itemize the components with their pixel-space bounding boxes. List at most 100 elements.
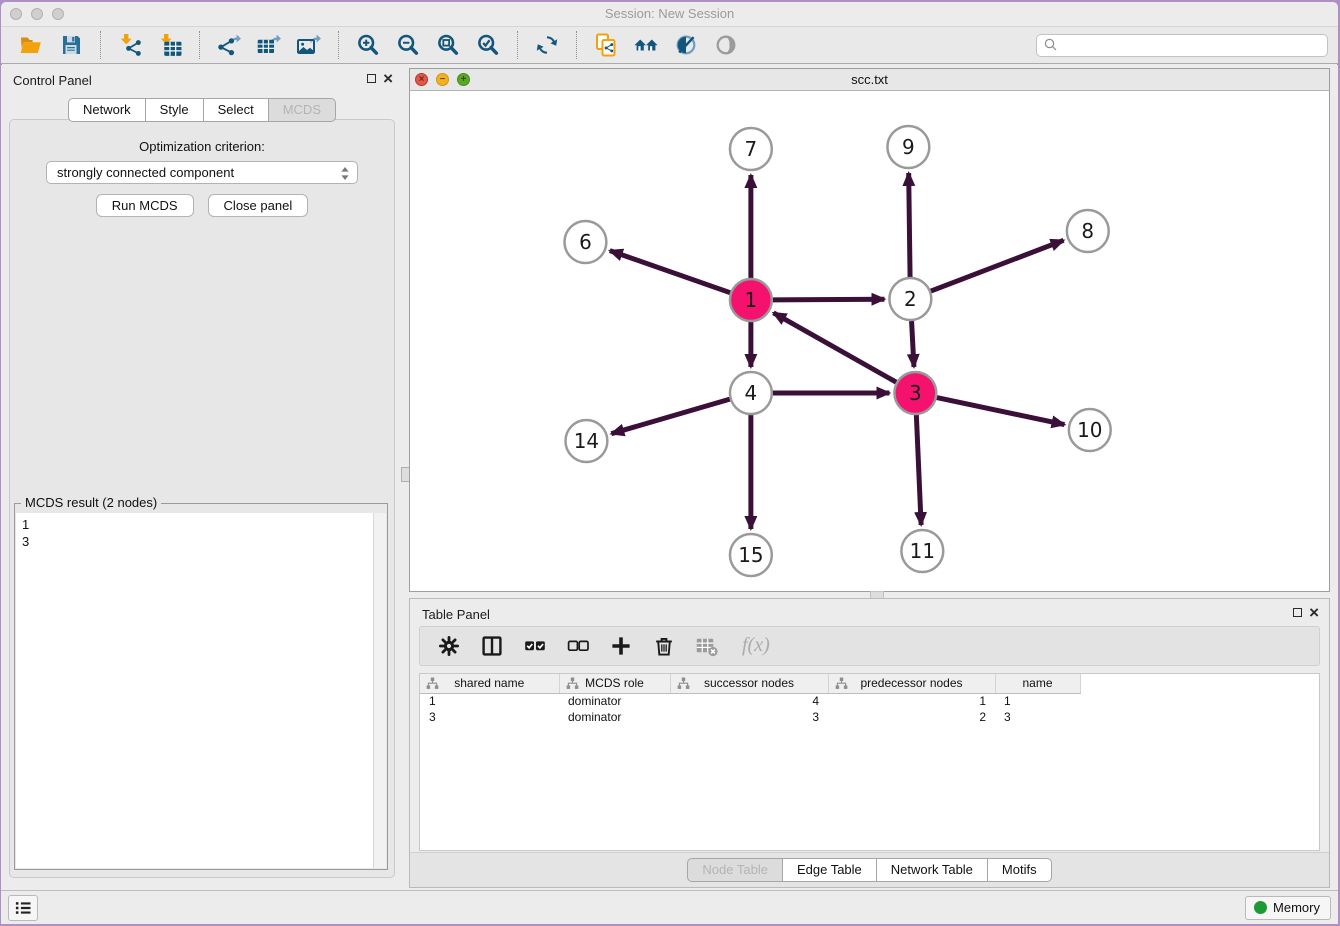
mcds-result-scrollbar[interactable]	[373, 513, 386, 868]
save-session-icon	[59, 33, 83, 57]
duplicate-network-button[interactable]	[590, 31, 622, 59]
table-cell[interactable]: 4	[670, 693, 828, 709]
table-cell[interactable]: 2	[828, 709, 995, 725]
run-mcds-button[interactable]: Run MCDS	[96, 194, 194, 217]
column-header-label: MCDS role	[585, 676, 644, 690]
table-cell[interactable]: dominator	[559, 709, 670, 725]
column-header-shared-name[interactable]: shared name	[420, 674, 559, 693]
tab-mcds[interactable]: MCDS	[269, 98, 336, 122]
node-label: 7	[745, 137, 758, 161]
node-14[interactable]: 14	[565, 420, 607, 462]
zoom-out-button[interactable]	[392, 31, 424, 59]
control-panel: Control Panel × NetworkStyleSelectMCDS O…	[1, 65, 403, 890]
edge-2-8[interactable]	[931, 240, 1064, 291]
table-cell[interactable]: 1	[420, 693, 559, 709]
edge-3-10[interactable]	[937, 398, 1065, 425]
optimization-criterion-select[interactable]: strongly connected component	[46, 161, 358, 184]
apply-preferred-layout-button[interactable]	[531, 31, 563, 59]
table-tab-motifs[interactable]: Motifs	[988, 858, 1052, 882]
zoom-in-button[interactable]	[352, 31, 384, 59]
show-graphics-details-button[interactable]	[710, 31, 742, 59]
node-2[interactable]: 2	[889, 278, 931, 320]
node-15[interactable]: 15	[730, 534, 772, 576]
table-cell[interactable]: 3	[995, 709, 1080, 725]
column-header-name[interactable]: name	[995, 674, 1080, 693]
zoom-selected-button[interactable]	[472, 31, 504, 59]
node-4[interactable]: 4	[730, 372, 772, 414]
node-3[interactable]: 3	[894, 372, 936, 414]
task-history-button[interactable]	[8, 895, 38, 921]
edge-2-9[interactable]	[909, 173, 910, 277]
edge-2-3[interactable]	[912, 321, 914, 367]
node-1[interactable]: 1	[730, 279, 772, 321]
edge-3-11[interactable]	[916, 415, 921, 525]
table-cell[interactable]: 3	[420, 709, 559, 725]
edge-3-1[interactable]	[773, 313, 896, 382]
table-tab-node-table[interactable]: Node Table	[687, 858, 783, 882]
column-header-predecessor-nodes[interactable]: predecessor nodes	[828, 674, 995, 693]
table-options-gear-button[interactable]	[433, 632, 465, 660]
delete-column-button[interactable]	[648, 632, 680, 660]
memory-button[interactable]: Memory	[1245, 896, 1331, 920]
add-column-button[interactable]	[605, 632, 637, 660]
node-11[interactable]: 11	[901, 530, 943, 572]
table-cell[interactable]: 3	[670, 709, 828, 725]
table-row[interactable]: 3dominator323	[420, 709, 1080, 725]
table-row[interactable]: 1dominator411	[420, 693, 1080, 709]
column-header-mcds-role[interactable]: MCDS role	[559, 674, 670, 693]
import-network-button[interactable]	[114, 31, 146, 59]
edge-4-14[interactable]	[611, 399, 730, 434]
import-table-button[interactable]	[154, 31, 186, 59]
column-type-icon	[566, 677, 579, 690]
search-input[interactable]	[1060, 36, 1327, 55]
table-tab-network-table[interactable]: Network Table	[877, 858, 988, 882]
node-10[interactable]: 10	[1069, 409, 1111, 451]
search-icon	[1042, 36, 1060, 54]
zoom-fit-button[interactable]	[432, 31, 464, 59]
open-session-button[interactable]	[15, 31, 47, 59]
edge-1-2[interactable]	[773, 299, 885, 300]
control-panel-close-icon[interactable]: ×	[383, 73, 393, 84]
toggle-columns-button[interactable]	[476, 632, 508, 660]
column-header-label: successor nodes	[704, 676, 794, 690]
table-cell[interactable]: 1	[995, 693, 1080, 709]
export-image-icon	[297, 33, 321, 57]
deselect-all-checkboxes-button[interactable]	[562, 632, 594, 660]
status-bar: Memory	[1, 890, 1338, 924]
table-panel-float-icon[interactable]	[1293, 608, 1302, 617]
table-tab-edge-table[interactable]: Edge Table	[783, 858, 877, 882]
control-panel-float-icon[interactable]	[367, 74, 376, 83]
save-session-button[interactable]	[55, 31, 87, 59]
show-graphics-details-icon	[714, 33, 738, 57]
hide-graphics-details-button[interactable]	[670, 31, 702, 59]
node-label: 3	[909, 381, 922, 405]
column-header-label: name	[1022, 676, 1052, 690]
mcds-result-text[interactable]: 1 3	[16, 513, 373, 868]
export-image-button[interactable]	[293, 31, 325, 59]
edge-1-6[interactable]	[610, 251, 730, 293]
main-area: Control Panel × NetworkStyleSelectMCDS O…	[1, 65, 1338, 890]
export-network-icon	[217, 33, 241, 57]
node-8[interactable]: 8	[1067, 210, 1109, 252]
column-header-label: predecessor nodes	[860, 676, 962, 690]
node-label: 14	[574, 429, 599, 453]
select-all-checkboxes-button[interactable]	[519, 632, 551, 660]
network-canvas[interactable]: 1 2 3 4 6 7 8 9 10 11 14 15	[410, 91, 1329, 591]
table-panel-close-icon[interactable]: ×	[1309, 607, 1319, 618]
titlebar: Session: New Session	[1, 2, 1338, 26]
export-table-button[interactable]	[253, 31, 285, 59]
tab-select[interactable]: Select	[204, 98, 269, 122]
tab-network[interactable]: Network	[68, 98, 146, 122]
function-builder-button: f(x)	[734, 643, 778, 649]
table-cell[interactable]: 1	[828, 693, 995, 709]
column-header-successor-nodes[interactable]: successor nodes	[670, 674, 828, 693]
node-6[interactable]: 6	[564, 221, 606, 263]
export-network-button[interactable]	[213, 31, 245, 59]
close-panel-button[interactable]: Close panel	[208, 194, 309, 217]
duplicate-network-icon	[594, 33, 618, 57]
tab-style[interactable]: Style	[146, 98, 204, 122]
open-ndex-button[interactable]	[630, 31, 662, 59]
table-cell[interactable]: dominator	[559, 693, 670, 709]
node-9[interactable]: 9	[887, 126, 929, 168]
node-7[interactable]: 7	[730, 128, 772, 170]
